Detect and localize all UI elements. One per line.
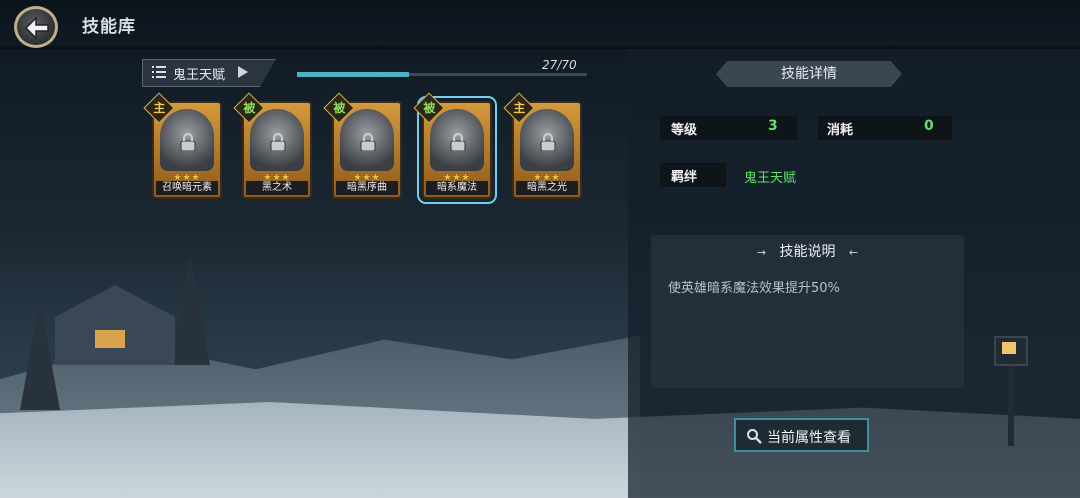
lamp-glow [1002, 342, 1016, 354]
skill-portrait [520, 109, 574, 171]
skill-card[interactable]: 主 ★★★ 召唤暗元素 [143, 92, 222, 199]
bond-value: 鬼王天赋 [744, 171, 797, 186]
background-tree [20, 300, 60, 410]
search-icon [747, 429, 762, 444]
page-title: 技能库 [82, 17, 136, 37]
top-bar [0, 0, 1080, 46]
skill-card[interactable]: 被 ★★★ 黑之术 [233, 92, 312, 199]
lock-icon [450, 133, 466, 151]
skill-card[interactable]: 被 ★★★ 暗黑序曲 [323, 92, 402, 199]
skill-portrait [250, 109, 304, 171]
skill-type-text: 被 [423, 101, 436, 116]
skill-name: 暗黑之光 [516, 181, 578, 195]
arrow-left-icon: ← [848, 246, 859, 259]
skill-portrait [430, 109, 484, 171]
play-arrow-icon [238, 66, 248, 78]
level-label: 等级 [671, 123, 698, 138]
skill-type-text: 主 [513, 101, 526, 116]
talent-selector[interactable]: 鬼王天赋 [142, 59, 276, 87]
background-tree [170, 255, 210, 365]
cost-label: 消耗 [827, 123, 854, 138]
skill-name: 黑之术 [246, 181, 308, 195]
level-value: 3 [768, 118, 778, 134]
skill-card[interactable]: 主 ★★★ 暗黑之光 [503, 92, 582, 199]
skill-portrait [160, 109, 214, 171]
skill-description-text: 使英雄暗系魔法效果提升50% [668, 281, 840, 296]
skill-name: 暗黑序曲 [336, 181, 398, 195]
skill-description-heading: 技能说明 [779, 244, 836, 260]
arrow-right-icon: → [756, 246, 767, 259]
back-button[interactable] [14, 6, 58, 48]
skill-name: 暗系魔法 [426, 181, 488, 195]
bond-label: 羁绊 [671, 170, 698, 185]
skill-name: 召唤暗元素 [156, 181, 218, 195]
talent-progress-fill [297, 72, 409, 77]
talent-name: 鬼王天赋 [173, 68, 226, 83]
lock-icon [540, 133, 556, 151]
lock-icon [180, 133, 196, 151]
skill-portrait [340, 109, 394, 171]
skill-type-text: 被 [243, 101, 256, 116]
list-icon [152, 66, 166, 78]
view-attributes-button[interactable]: 当前属性查看 [734, 418, 869, 452]
background-house [55, 285, 175, 365]
view-attributes-label: 当前属性查看 [767, 430, 851, 446]
skill-description-title: → 技能说明 ← [651, 241, 964, 261]
skill-card[interactable]: 被 ★★★ 暗系魔法 [413, 92, 497, 204]
skill-type-text: 主 [153, 101, 166, 116]
lock-icon [270, 133, 286, 151]
house-window [95, 330, 125, 348]
back-arrow-icon [24, 16, 49, 40]
talent-progress-text: 27/70 [542, 58, 577, 72]
skill-type-text: 被 [333, 101, 346, 116]
cost-value: 0 [924, 118, 934, 134]
lock-icon [360, 133, 376, 151]
skill-detail-title: 技能详情 [716, 61, 902, 87]
